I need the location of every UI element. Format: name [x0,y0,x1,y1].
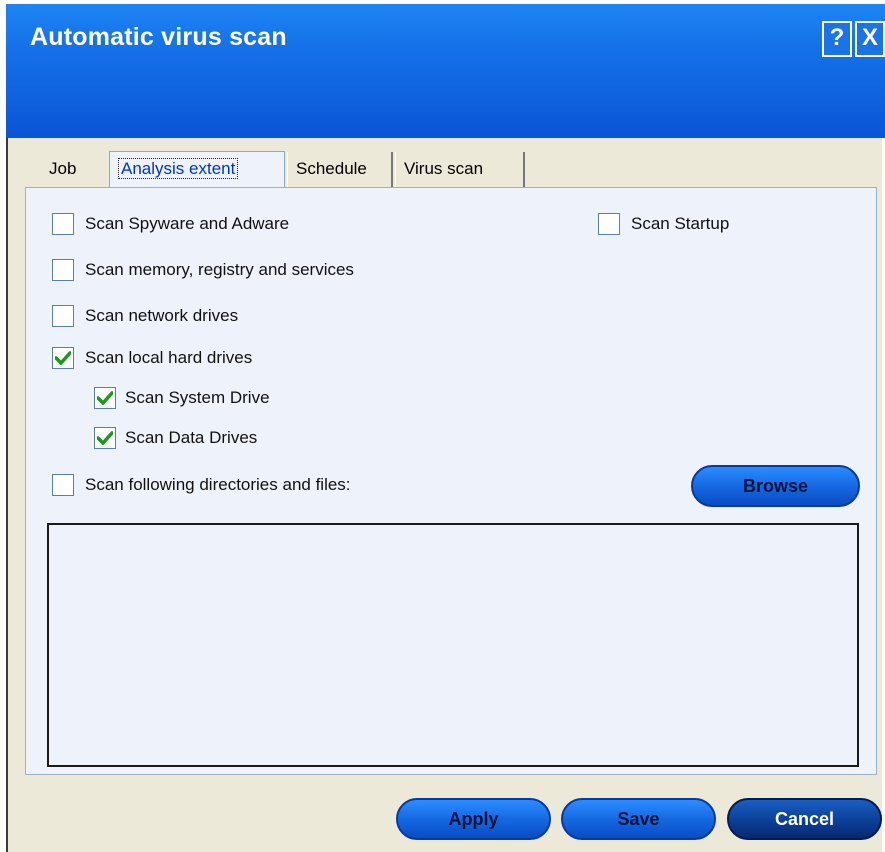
check-icon [55,351,71,365]
tab-analysis-extent[interactable]: Analysis extent [109,151,285,188]
checkbox-scan-memory[interactable] [52,259,74,281]
save-button[interactable]: Save [561,798,716,840]
option-scan-startup[interactable]: Scan Startup [598,213,729,235]
cancel-button-label: Cancel [774,809,835,829]
option-scan-local-hd[interactable]: Scan local hard drives [52,347,252,369]
tab-virus-scan[interactable]: Virus scan [395,152,525,187]
tab-analysis-extent-label: Analysis extent [118,158,239,179]
check-icon [97,431,113,445]
check-icon [97,391,113,405]
label-scan-spyware: Scan Spyware and Adware [85,214,290,233]
option-scan-data-drives[interactable]: Scan Data Drives [94,427,257,449]
label-scan-data-drives: Scan Data Drives [125,428,258,447]
checkbox-scan-network[interactable] [52,305,74,327]
label-scan-system-drive: Scan System Drive [125,388,270,407]
checkbox-scan-data-drives[interactable] [94,427,116,449]
label-scan-directories: Scan following directories and files: [85,475,351,494]
checkbox-scan-system-drive[interactable] [94,387,116,409]
label-scan-network: Scan network drives [85,306,239,325]
label-scan-startup: Scan Startup [631,214,730,233]
save-button-label: Save [617,809,660,829]
cancel-button[interactable]: Cancel [727,798,882,840]
close-icon[interactable]: X [855,21,885,57]
option-scan-memory[interactable]: Scan memory, registry and services [52,259,354,281]
option-scan-directories[interactable]: Scan following directories and files: [52,474,351,496]
apply-button[interactable]: Apply [396,798,551,840]
window-title: Automatic virus scan [30,23,287,51]
help-icon[interactable]: ? [822,21,852,57]
tab-job[interactable]: Job [25,152,107,187]
apply-button-label: Apply [448,809,499,829]
title-bar: Automatic virus scan ? X [6,4,885,138]
option-scan-spyware[interactable]: Scan Spyware and Adware [52,213,289,235]
checkbox-scan-spyware[interactable] [52,213,74,235]
directories-list[interactable] [47,523,859,767]
browse-button[interactable]: Browse [691,465,860,507]
label-scan-local-hd: Scan local hard drives [85,348,253,367]
option-scan-network[interactable]: Scan network drives [52,305,238,327]
option-scan-system-drive[interactable]: Scan System Drive [94,387,270,409]
checkbox-scan-startup[interactable] [598,213,620,235]
label-scan-memory: Scan memory, registry and services [85,260,354,279]
checkbox-scan-directories[interactable] [52,474,74,496]
checkbox-scan-local-hd[interactable] [52,347,74,369]
tab-schedule[interactable]: Schedule [287,152,393,187]
